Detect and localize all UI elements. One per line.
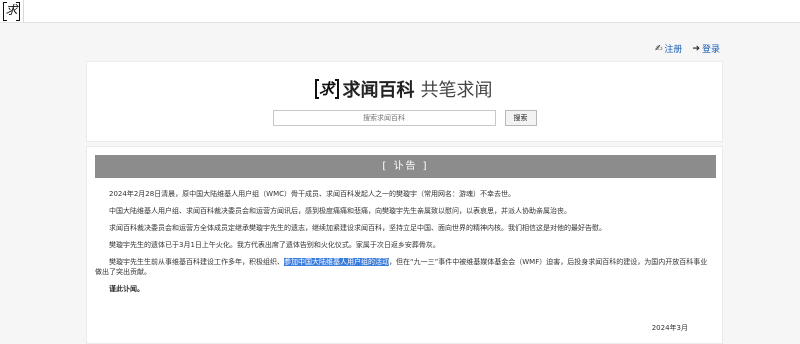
search-bar: 搜索 (87, 110, 722, 126)
notice-paragraph: 樊璇宇先生的遗体已于3月1日上午火化。我方代表出席了遗体告别和火化仪式。家属于次… (109, 241, 440, 249)
notice-paragraph: 求闻百科裁决委员会和运营方全体成员定继承樊璇宇先生的遗志，继续加紧建设求闻百科，… (109, 224, 606, 232)
topbar-divider (23, 0, 24, 22)
notice-title: [ 讣告 ] (95, 155, 716, 178)
header-panel: 求 求闻百科 共笔求闻 搜索 (86, 61, 723, 142)
login-icon: ➔ (692, 43, 700, 54)
notice-paragraph: 2024年2月28日清晨，原中国大陆维基人用户组（WMC）骨干成员、求闻百科发起… (109, 190, 516, 198)
site-slogan: 共笔求闻 (420, 80, 493, 101)
login-label: 登录 (701, 45, 720, 55)
register-link[interactable]: ✍ 注册 (654, 42, 683, 56)
notice-date: 2024年3月 (651, 324, 688, 332)
highlighted-text[interactable]: 参加中国大陆维基人用户组的活动 (284, 258, 389, 266)
register-label: 注册 (664, 45, 683, 55)
search-button[interactable]: 搜索 (504, 110, 537, 126)
top-bar: 求 (0, 0, 800, 23)
login-link[interactable]: ➔ 登录 (692, 42, 720, 56)
register-icon: ✍ (654, 43, 663, 54)
site-logo-icon[interactable]: 求 (3, 2, 20, 21)
notice-text: 樊璇宇先生生前从事维基百科建设工作多年，积极组织、 (109, 258, 284, 266)
site-name: 求闻百科 (342, 80, 415, 101)
user-links: ✍ 注册 ➔ 登录 (654, 42, 720, 56)
brand[interactable]: 求 求闻百科 共笔求闻 (87, 76, 722, 102)
search-input[interactable] (272, 110, 496, 126)
notice-paragraph: 樊璇宇先生生前从事维基百科建设工作多年，积极组织、参加中国大陆维基人用户组的活动… (95, 257, 711, 277)
notice-closing: 谨此讣闻。 (109, 285, 144, 293)
brand-logo-icon: 求 (314, 79, 339, 99)
notice-panel: [ 讣告 ] 2024年2月28日清晨，原中国大陆维基人用户组（WMC）骨干成员… (86, 146, 723, 344)
notice-paragraph: 中国大陆维基人用户组、求闻百科裁决委员会和运营方闻讯后，感到极度痛痛和悲痛，向樊… (109, 207, 571, 215)
notice-body: 2024年2月28日清晨，原中国大陆维基人用户组（WMC）骨干成员、求闻百科发起… (95, 189, 711, 301)
